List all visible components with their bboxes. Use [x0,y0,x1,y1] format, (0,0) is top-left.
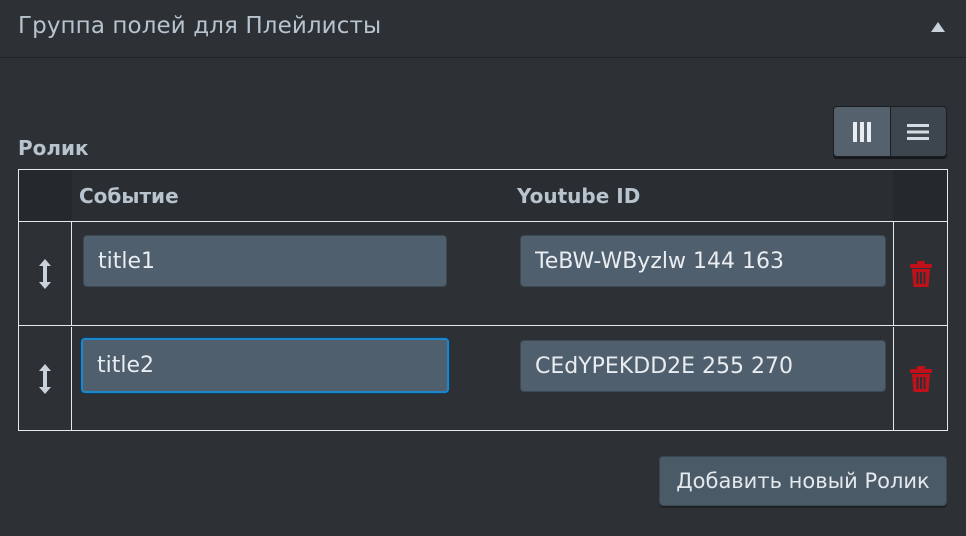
add-row-button[interactable]: Добавить новый Ролик [659,456,947,506]
drag-vertical-icon [39,363,51,394]
panel-header[interactable]: Группа полей для Плейлисты [0,0,966,58]
list-layout-button[interactable] [889,107,946,156]
event-input[interactable] [81,338,449,393]
trash-icon[interactable] [909,260,932,287]
row-drag-handle[interactable] [19,327,72,430]
field-label: Ролик [18,136,89,160]
trash-icon[interactable] [909,365,932,392]
row-drag-handle[interactable] [19,222,72,325]
list-layout-icon [907,123,930,140]
field-group-panel: Группа полей для Плейлисты Ролик Событие… [0,0,966,536]
row-actions [893,222,947,325]
chevron-up-icon[interactable] [931,22,945,32]
actions-column-header [893,170,947,221]
table-layout-button[interactable] [834,107,890,156]
table-layout-icon [852,121,871,142]
youtube-id-input[interactable] [520,235,886,287]
table-row [19,222,947,326]
event-input[interactable] [83,235,447,287]
handle-column-header [19,170,72,221]
drag-vertical-icon [39,258,51,289]
youtube-id-input[interactable] [520,340,886,392]
table-header: Событие Youtube ID [19,170,947,222]
repeater-table: Событие Youtube ID [18,169,948,431]
layout-switch [833,106,947,157]
row-actions [893,327,947,430]
column-header-youtube-id: Youtube ID [517,184,641,208]
table-row [19,327,947,430]
column-header-event: Событие [79,184,179,208]
panel-title: Группа полей для Плейлисты [18,13,382,39]
